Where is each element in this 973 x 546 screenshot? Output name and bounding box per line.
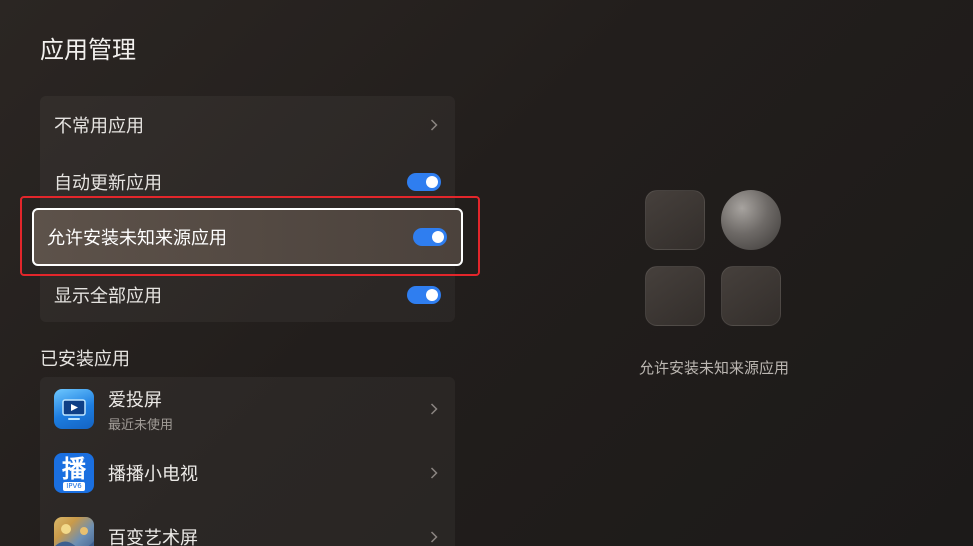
chevron-right-icon [427, 530, 441, 544]
app-name: 播播小电视 [108, 464, 198, 485]
app-subtitle: 最近未使用 [108, 417, 174, 433]
app-name: 爱投屏 [108, 389, 162, 411]
app-tile-shape [645, 190, 705, 250]
art-screen-icon [54, 517, 94, 546]
setting-label: 自动更新应用 [54, 172, 162, 194]
chevron-right-icon [427, 466, 441, 480]
app-item-art-screen[interactable]: 百变艺术屏 [40, 505, 455, 546]
chevron-right-icon [427, 118, 441, 132]
page-title: 应用管理 [40, 36, 136, 64]
bobo-tv-icon: 播 IPV6 [54, 453, 94, 493]
app-grid-illustration-icon [645, 190, 785, 330]
setting-label: 显示全部应用 [54, 285, 162, 307]
installed-apps-card: 爱投屏 最近未使用 播 IPV6 播播小电视 百变艺术屏 [40, 377, 455, 546]
setting-row-uncommon-apps[interactable]: 不常用应用 [40, 96, 455, 153]
show-all-apps-toggle[interactable] [407, 285, 441, 304]
app-tile-shape [721, 266, 781, 326]
chevron-right-icon [427, 402, 441, 416]
app-name: 百变艺术屏 [108, 528, 198, 546]
setting-label: 不常用应用 [54, 115, 144, 137]
auto-update-toggle[interactable] [407, 172, 441, 191]
app-icon-glyph: 播 [62, 454, 86, 483]
preview-caption: 允许安装未知来源应用 [638, 359, 789, 377]
app-circle-shape [721, 190, 781, 250]
installed-apps-title: 已安装应用 [40, 349, 130, 370]
app-tile-shape [645, 266, 705, 326]
app-item-aitouping[interactable]: 爱投屏 最近未使用 [40, 377, 455, 441]
highlight-outline [20, 196, 480, 276]
app-item-bobo-tv[interactable]: 播 IPV6 播播小电视 [40, 441, 455, 505]
app-icon-badge: IPV6 [63, 481, 85, 491]
tv-cast-icon [54, 389, 94, 429]
